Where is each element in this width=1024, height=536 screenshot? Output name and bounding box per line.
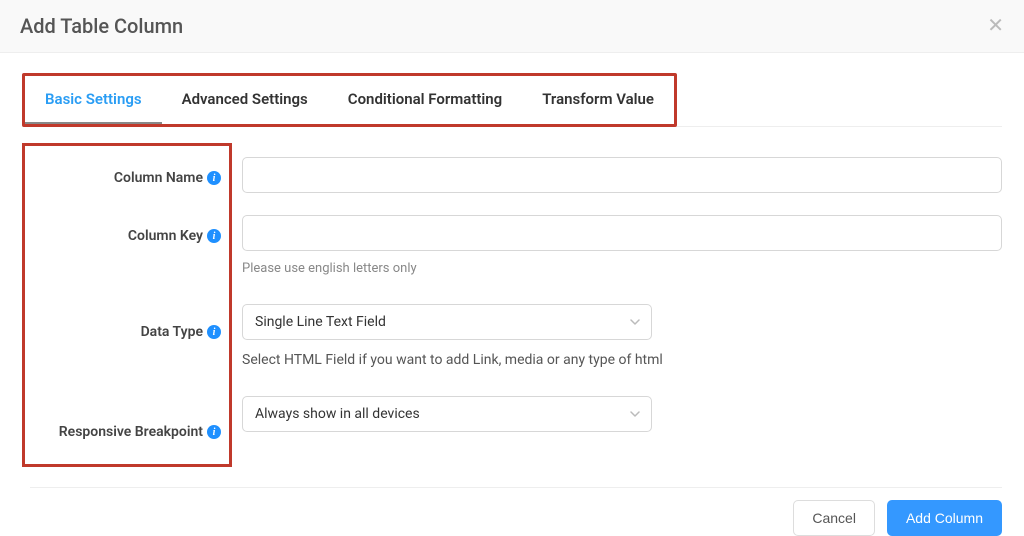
- column-key-input[interactable]: [242, 215, 1002, 251]
- column-name-input[interactable]: [242, 157, 1002, 193]
- label-data-type-text: Data Type: [141, 324, 203, 340]
- info-icon[interactable]: i: [207, 425, 221, 439]
- tab-transform-value[interactable]: Transform Value: [522, 76, 674, 124]
- tab-conditional-formatting[interactable]: Conditional Formatting: [328, 76, 522, 124]
- label-column-name-text: Column Name: [114, 170, 203, 186]
- info-icon[interactable]: i: [207, 229, 221, 243]
- modal-body: Basic Settings Advanced Settings Conditi…: [0, 53, 1024, 467]
- cancel-button[interactable]: Cancel: [793, 500, 875, 536]
- fields-column: Please use english letters only Single L…: [232, 143, 1002, 467]
- label-data-type: Data Type i: [25, 314, 221, 350]
- modal-header: Add Table Column ✕: [0, 0, 1024, 53]
- responsive-select[interactable]: Always show in all devices: [242, 396, 652, 432]
- close-icon[interactable]: ✕: [987, 16, 1004, 36]
- label-column-key: Column Key i: [25, 218, 221, 254]
- label-column-key-text: Column Key: [128, 228, 203, 244]
- responsive-value: Always show in all devices: [255, 406, 420, 422]
- chevron-down-icon: [629, 316, 641, 328]
- data-type-select[interactable]: Single Line Text Field: [242, 304, 652, 340]
- tabs-highlight-box: Basic Settings Advanced Settings Conditi…: [22, 73, 677, 127]
- chevron-down-icon: [629, 408, 641, 420]
- column-key-helper: Please use english letters only: [242, 261, 1002, 276]
- label-responsive-text: Responsive Breakpoint: [59, 424, 203, 440]
- modal-title: Add Table Column: [20, 14, 183, 38]
- tab-basic-settings[interactable]: Basic Settings: [25, 76, 162, 124]
- form-area: Column Name i Column Key i Data Type i R…: [22, 143, 1002, 467]
- label-column-name: Column Name i: [25, 160, 221, 196]
- info-icon[interactable]: i: [207, 325, 221, 339]
- data-type-helper: Select HTML Field if you want to add Lin…: [242, 352, 1002, 368]
- info-icon[interactable]: i: [207, 171, 221, 185]
- add-column-button[interactable]: Add Column: [887, 500, 1002, 536]
- tabs: Basic Settings Advanced Settings Conditi…: [25, 76, 674, 124]
- label-responsive: Responsive Breakpoint i: [25, 414, 221, 450]
- tab-advanced-settings[interactable]: Advanced Settings: [162, 76, 328, 124]
- labels-highlight-box: Column Name i Column Key i Data Type i R…: [22, 143, 232, 467]
- data-type-value: Single Line Text Field: [255, 314, 386, 330]
